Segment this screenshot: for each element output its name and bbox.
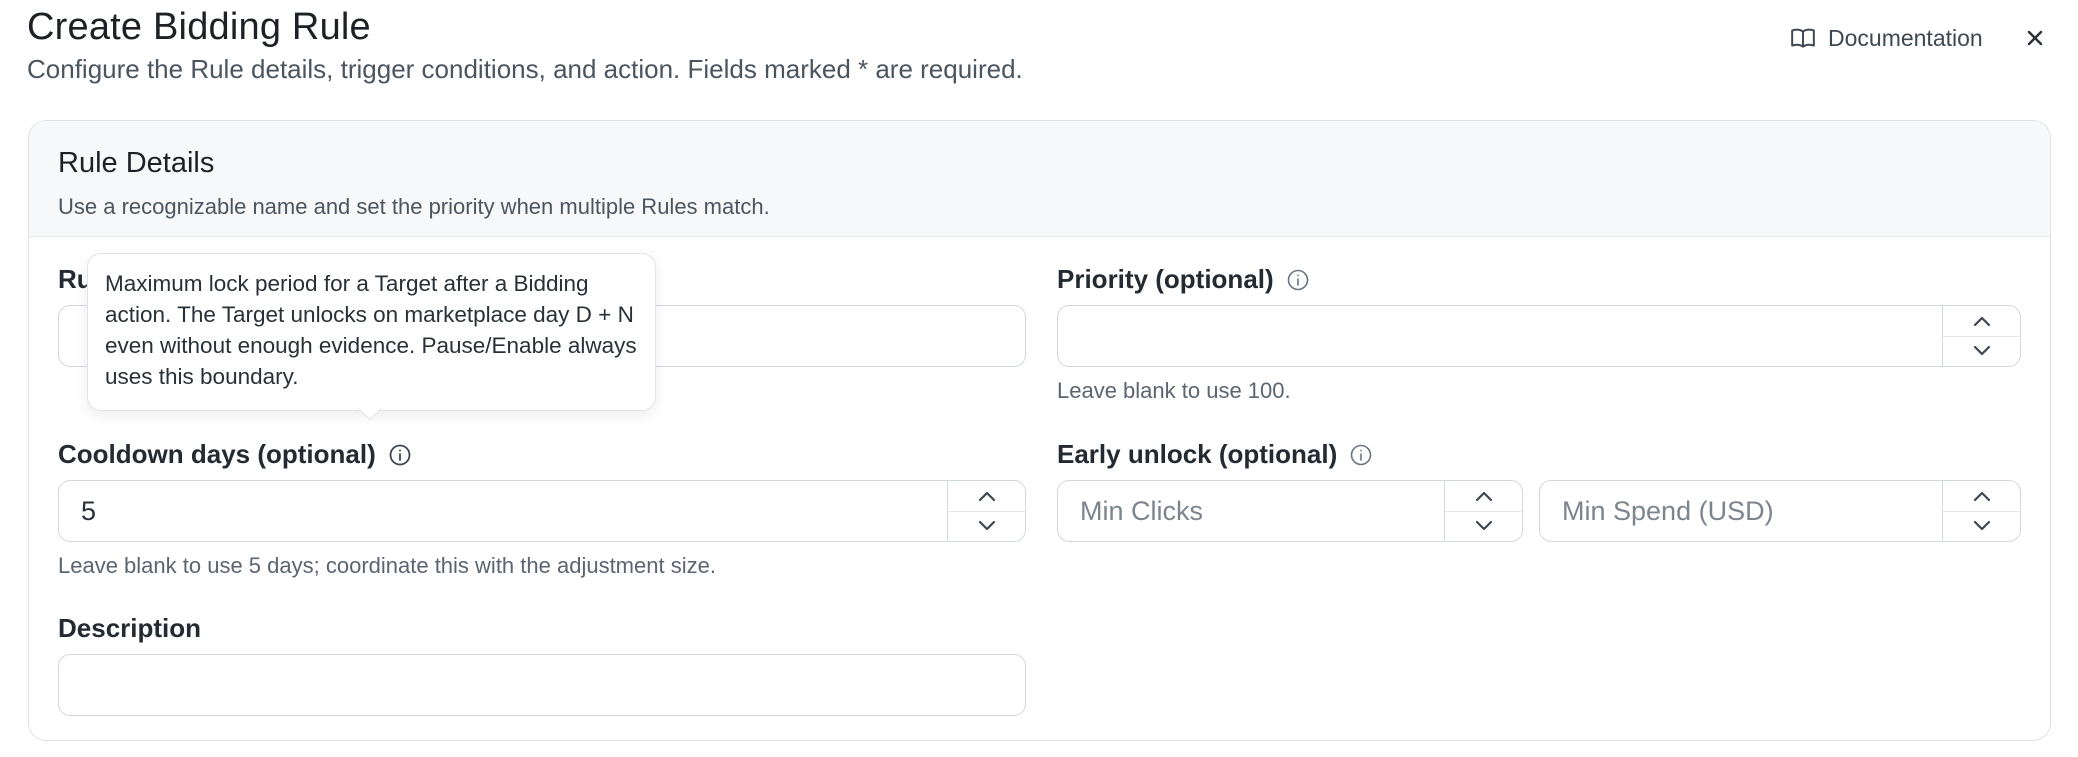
info-icon[interactable] [388, 443, 412, 467]
section-description: Use a recognizable name and set the prio… [58, 194, 770, 219]
chevron-down-icon [1973, 346, 1990, 356]
priority-hint: Leave blank to use 100. [1057, 378, 1291, 403]
rule-details-card: Rule Details Use a recognizable name and… [28, 120, 2051, 741]
chevron-up-icon [1973, 491, 1990, 501]
close-button[interactable] [2020, 22, 2050, 54]
description-label: Description [58, 613, 202, 643]
info-icon[interactable] [1349, 443, 1373, 467]
page-title: Create Bidding Rule [27, 6, 371, 48]
min-spend-input[interactable]: Min Spend (USD) [1539, 480, 2021, 542]
cooldown-tooltip: Maximum lock period for a Target after a… [87, 253, 656, 411]
description-input[interactable] [58, 654, 1026, 716]
increment-button[interactable] [1943, 306, 2020, 336]
decrement-button[interactable] [948, 510, 1025, 542]
info-icon[interactable] [1286, 268, 1310, 292]
decrement-button[interactable] [1943, 510, 2020, 542]
page-subtitle: Configure the Rule details, trigger cond… [27, 54, 1023, 84]
card-header: Rule Details Use a recognizable name and… [29, 121, 2050, 237]
chevron-up-icon [1475, 491, 1492, 501]
documentation-link[interactable]: Documentation [1790, 22, 1983, 54]
cooldown-label: Cooldown days (optional) [58, 439, 412, 470]
min-spend-stepper [1942, 481, 2020, 541]
cooldown-stepper [947, 481, 1025, 541]
close-icon [2027, 30, 2043, 46]
decrement-button[interactable] [1943, 335, 2020, 367]
book-icon [1791, 28, 1815, 48]
chevron-down-icon [1475, 521, 1492, 531]
priority-input[interactable] [1057, 305, 2021, 367]
chevron-up-icon [1973, 316, 1990, 326]
cooldown-days-input[interactable]: 5 [58, 480, 1026, 542]
priority-stepper [1942, 306, 2020, 366]
section-title: Rule Details [58, 147, 215, 179]
cooldown-hint: Leave blank to use 5 days; coordinate th… [58, 553, 716, 578]
increment-button[interactable] [1445, 481, 1522, 511]
priority-label: Priority (optional) [1057, 264, 1310, 295]
min-clicks-input[interactable]: Min Clicks [1057, 480, 1523, 542]
chevron-up-icon [978, 491, 995, 501]
early-unlock-label: Early unlock (optional) [1057, 439, 1373, 470]
chevron-down-icon [1973, 521, 1990, 531]
increment-button[interactable] [948, 481, 1025, 511]
min-clicks-stepper [1444, 481, 1522, 541]
decrement-button[interactable] [1445, 510, 1522, 542]
increment-button[interactable] [1943, 481, 2020, 511]
documentation-label: Documentation [1828, 24, 1983, 51]
chevron-down-icon [978, 521, 995, 531]
